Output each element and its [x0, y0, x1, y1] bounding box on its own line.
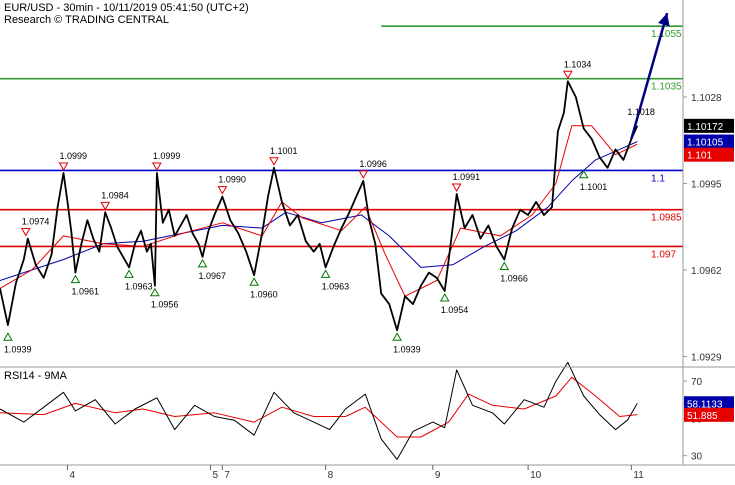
- date-tick-label: 10: [530, 470, 542, 480]
- price-tick-label: 1.0995: [691, 180, 722, 191]
- swing-high-label: 1.0974: [22, 217, 50, 227]
- target-label: 1.1018: [627, 107, 655, 117]
- swing-low-label: 1.0967: [199, 271, 227, 281]
- swing-low-label: 1.0961: [71, 287, 99, 297]
- date-tick-label: 9: [435, 470, 441, 480]
- chart-header-symbol: EUR/USD - 30min - 10/11/2019 05:41:50 (U…: [4, 2, 249, 14]
- current-price-tag: 1.101: [687, 151, 712, 162]
- date-tick-label: 11: [633, 470, 644, 480]
- swing-low-label: 1.1001: [580, 182, 608, 192]
- current-price-tag: 1.10105: [687, 138, 724, 149]
- swing-high-label: 1.0990: [218, 175, 246, 185]
- level-label: 1.0985: [651, 213, 682, 224]
- rsi-tick-label: 30: [691, 452, 703, 463]
- swing-low-label: 1.0954: [441, 305, 469, 315]
- swing-high-label: 1.0996: [359, 159, 387, 169]
- swing-high-label: 1.1001: [270, 146, 298, 156]
- swing-high-label: 1.0999: [153, 151, 181, 161]
- swing-low-label: 1.0960: [250, 289, 278, 299]
- chart-root: 1.1055 1.1035 1.1 1.0985 1.097 1.0974 1.0999 1…: [0, 0, 735, 481]
- level-label: 1.097: [651, 249, 676, 260]
- level-label: 1.1035: [651, 82, 682, 93]
- chart-header-source: Research © TRADING CENTRAL: [4, 14, 169, 26]
- rsi-panel-title: RSI14 - 9MA: [4, 370, 68, 382]
- swing-low-label: 1.0966: [500, 274, 528, 284]
- swing-low-label: 1.0939: [4, 344, 32, 354]
- current-price-tag: 1.10172: [687, 122, 724, 133]
- swing-low-label: 1.0939: [393, 344, 421, 354]
- rsi-value-tag: 51.885: [687, 411, 718, 422]
- date-tick-label: 4: [70, 470, 76, 480]
- date-tick-label: 8: [328, 470, 334, 480]
- price-tick-label: 1.0962: [691, 266, 722, 277]
- swing-high-label: 1.0991: [453, 172, 481, 182]
- swing-low-label: 1.0963: [322, 281, 350, 291]
- level-label: 1.1: [651, 173, 665, 184]
- swing-low-label: 1.0963: [125, 281, 153, 291]
- swing-low-label: 1.0956: [151, 300, 179, 310]
- rsi-tick-label: 70: [691, 377, 703, 388]
- date-tick-label: 5: [212, 470, 218, 480]
- chart-svg: 1.1055 1.1035 1.1 1.0985 1.097 1.0974 1.0999 1…: [0, 0, 735, 481]
- price-tick-label: 1.1028: [691, 93, 722, 104]
- swing-high-label: 1.0984: [101, 190, 129, 200]
- level-label: 1.1055: [651, 29, 682, 40]
- date-tick-label: 7: [224, 470, 230, 480]
- swing-high-label: 1.1034: [564, 59, 592, 69]
- swing-high-label: 1.0999: [60, 151, 88, 161]
- price-tick-label: 1.0929: [691, 353, 722, 364]
